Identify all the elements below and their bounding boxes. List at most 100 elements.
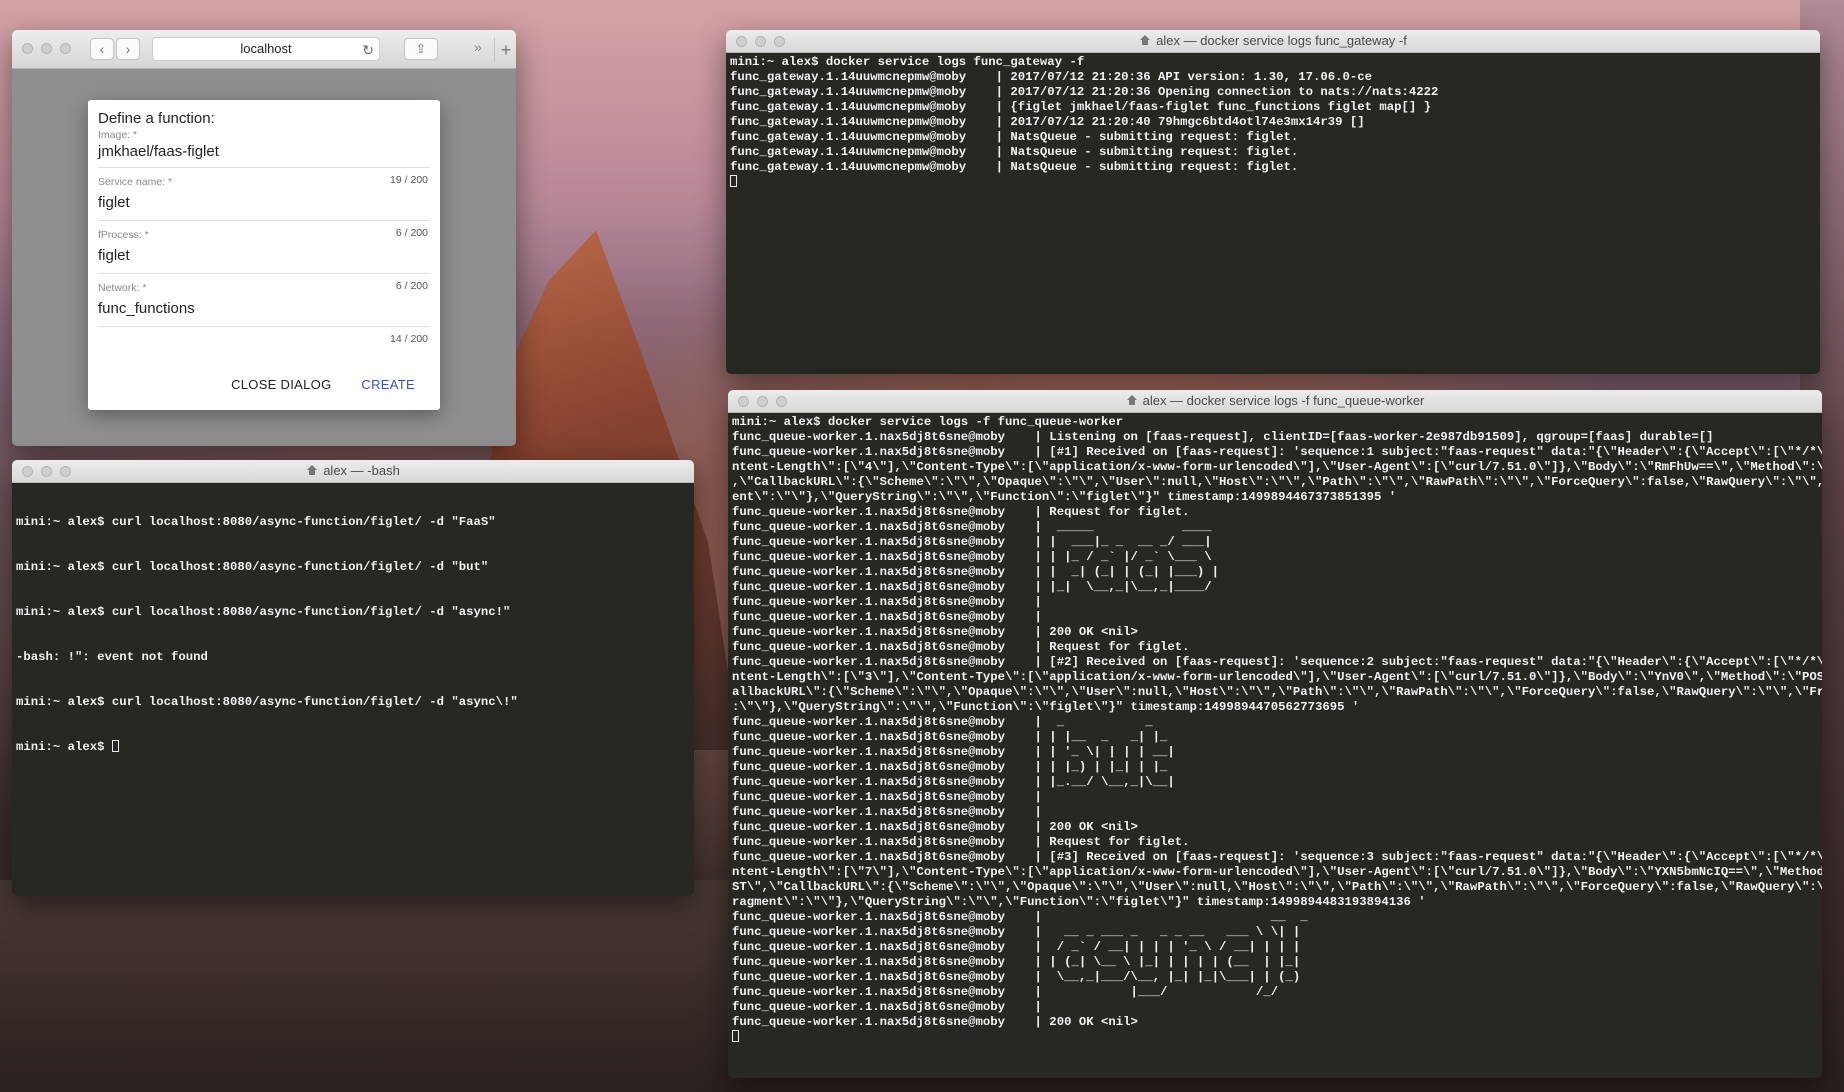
terminal-line: mini:~ alex$ curl localhost:8080/async-f…: [16, 560, 489, 574]
close-window-button[interactable]: [738, 396, 749, 407]
log-line: func_queue-worker.1.nax5dj8t6sne@moby | …: [732, 715, 1153, 729]
minimize-window-button[interactable]: [757, 396, 768, 407]
overflow-icon[interactable]: »: [474, 39, 482, 55]
browser-toolbar: ‹ › localhost ↻ ⇪ » +: [12, 30, 516, 69]
log-line: func_queue-worker.1.nax5dj8t6sne@moby | …: [732, 835, 1190, 849]
log-line: func_queue-worker.1.nax5dj8t6sne@moby | …: [732, 580, 1212, 594]
log-line: func_queue-worker.1.nax5dj8t6sne@moby | …: [732, 910, 1308, 924]
log-line: func_queue-worker.1.nax5dj8t6sne@moby | …: [732, 640, 1190, 654]
log-line: func_queue-worker.1.nax5dj8t6sne@moby |: [732, 595, 1042, 609]
dialog-title: Define a function:: [98, 110, 215, 127]
define-function-dialog: Define a function: Image: * jmkhael/faas…: [88, 100, 440, 410]
worker-titlebar: alex — docker service logs -f func_queue…: [728, 390, 1822, 413]
browser-window: ‹ › localhost ↻ ⇪ » + Define a function:…: [12, 30, 516, 446]
log-line: func_queue-worker.1.nax5dj8t6sne@moby | …: [732, 745, 1175, 759]
fprocess-field[interactable]: 6 / 200 fProcess: * figlet: [98, 221, 430, 274]
minimize-window-button[interactable]: [41, 43, 52, 54]
network-field[interactable]: 6 / 200 Network: * func_functions: [98, 274, 430, 327]
log-line: func_gateway.1.14uuwmcnepmw@moby | NatsQ…: [730, 145, 1299, 159]
bash-titlebar: alex — -bash: [12, 460, 694, 483]
worker-terminal-output[interactable]: mini:~ alex$ docker service logs -f func…: [728, 413, 1822, 1078]
service-name-field[interactable]: 19 / 200 Service name: * figlet: [98, 168, 430, 221]
wallpaper-rocks: [0, 880, 760, 1092]
queue-worker-logs-window: alex — docker service logs -f func_queue…: [728, 390, 1822, 1078]
log-line: func_queue-worker.1.nax5dj8t6sne@moby | …: [732, 940, 1301, 954]
plus-icon: +: [500, 40, 512, 60]
log-line: ragment\":\"\"},\"QueryString\":\"\",\"F…: [732, 895, 1426, 909]
minimize-window-button[interactable]: [41, 466, 52, 477]
log-line: func_gateway.1.14uuwmcnepmw@moby | NatsQ…: [730, 130, 1299, 144]
log-line: func_gateway.1.14uuwmcnepmw@moby | 2017/…: [730, 115, 1365, 129]
log-line: func_queue-worker.1.nax5dj8t6sne@moby |: [732, 1000, 1042, 1014]
terminal-prompt-line: mini:~ alex$: [16, 740, 690, 755]
back-icon: ‹: [99, 41, 105, 57]
log-line: func_queue-worker.1.nax5dj8t6sne@moby | …: [732, 505, 1190, 519]
log-line: func_queue-worker.1.nax5dj8t6sne@moby | …: [732, 625, 1138, 639]
share-button[interactable]: ⇪: [404, 38, 438, 60]
zoom-window-button[interactable]: [60, 43, 71, 54]
log-line: func_gateway.1.14uuwmcnepmw@moby | NatsQ…: [730, 160, 1299, 174]
reload-icon[interactable]: ↻: [362, 39, 374, 61]
zoom-window-button[interactable]: [776, 396, 787, 407]
worker-title: alex — docker service logs -f func_queue…: [1142, 393, 1425, 408]
log-line: func_queue-worker.1.nax5dj8t6sne@moby | …: [732, 535, 1212, 549]
zoom-window-button[interactable]: [774, 36, 785, 47]
service-name-label: Service name: *: [98, 176, 173, 188]
service-name-input[interactable]: figlet: [98, 194, 130, 211]
terminal-line: mini:~ alex$ curl localhost:8080/async-f…: [16, 695, 518, 709]
log-line: func_queue-worker.1.nax5dj8t6sne@moby |: [732, 610, 1042, 624]
zoom-window-button[interactable]: [60, 466, 71, 477]
window-controls: [736, 36, 785, 47]
image-label: Image: *: [98, 129, 138, 141]
terminal-cursor: [111, 740, 119, 752]
gateway-terminal-output[interactable]: mini:~ alex$ docker service logs func_ga…: [726, 53, 1820, 374]
address-bar[interactable]: localhost ↻: [152, 37, 380, 61]
fprocess-input[interactable]: figlet: [98, 247, 130, 264]
minimize-window-button[interactable]: [755, 36, 766, 47]
log-line: func_queue-worker.1.nax5dj8t6sne@moby | …: [732, 760, 1168, 774]
log-line: func_queue-worker.1.nax5dj8t6sne@moby | …: [732, 430, 1714, 444]
log-line: func_queue-worker.1.nax5dj8t6sne@moby | …: [732, 445, 1822, 459]
terminal-line: mini:~ alex$ curl localhost:8080/async-f…: [16, 605, 511, 619]
log-line: ntent-Length\":[\"4\"],\"Content-Type\":…: [732, 460, 1822, 474]
log-line: ,\"CallbackURL\":{\"Scheme\":\"\",\"Opaq…: [732, 475, 1822, 489]
network-label: Network: *: [98, 282, 147, 294]
terminal-cursor-line: [730, 175, 1816, 190]
bash-terminal-output[interactable]: mini:~ alex$ curl localhost:8080/async-f…: [12, 483, 694, 896]
image-field[interactable]: Image: * jmkhael/faas-figlet: [98, 127, 430, 168]
log-line: func_queue-worker.1.nax5dj8t6sne@moby | …: [732, 820, 1138, 834]
log-line: func_queue-worker.1.nax5dj8t6sne@moby | …: [732, 775, 1175, 789]
window-controls: [22, 466, 71, 477]
share-icon: ⇪: [415, 41, 427, 56]
forward-button[interactable]: ›: [116, 38, 140, 60]
log-line: :\"\"},\"QueryString\":\"\",\"Function\"…: [732, 700, 1360, 714]
network-input[interactable]: func_functions: [98, 300, 195, 317]
gateway-logs-window: alex — docker service logs func_gateway …: [726, 30, 1820, 374]
image-char-count: 19 / 200: [390, 174, 428, 186]
create-button[interactable]: CREATE: [361, 377, 415, 392]
log-line: mini:~ alex$ docker service logs -f func…: [732, 415, 1124, 429]
log-line: func_queue-worker.1.nax5dj8t6sne@moby |: [732, 790, 1042, 804]
log-line: ntent-Length\":[\"3\"],\"Content-Type\":…: [732, 670, 1822, 684]
gateway-titlebar: alex — docker service logs func_gateway …: [726, 30, 1820, 53]
log-line: ent\":\"\"},\"QueryString\":\"\",\"Funct…: [732, 490, 1397, 504]
log-line: func_queue-worker.1.nax5dj8t6sne@moby | …: [732, 550, 1212, 564]
terminal-line: -bash: !": event not found: [16, 650, 208, 664]
address-text: localhost: [240, 41, 292, 56]
bash-title: alex — -bash: [323, 463, 400, 478]
close-window-button[interactable]: [736, 36, 747, 47]
log-line: func_queue-worker.1.nax5dj8t6sne@moby | …: [732, 565, 1220, 579]
home-icon: [1139, 35, 1151, 46]
terminal-cursor: [730, 175, 737, 187]
dialog-actions: CLOSE DIALOG CREATE: [231, 377, 415, 392]
new-tab-button[interactable]: +: [494, 38, 516, 62]
back-button[interactable]: ‹: [90, 38, 114, 60]
log-line: ntent-Length\":[\"7\"],\"Content-Type\":…: [732, 865, 1822, 879]
close-window-button[interactable]: [22, 466, 33, 477]
image-input[interactable]: jmkhael/faas-figlet: [98, 143, 219, 160]
close-window-button[interactable]: [22, 43, 33, 54]
close-dialog-button[interactable]: CLOSE DIALOG: [231, 377, 331, 392]
home-icon: [306, 465, 318, 476]
log-line: ST\",\"CallbackURL\":{\"Scheme\":\"\",\"…: [732, 880, 1822, 894]
network-count-row: 14 / 200: [98, 327, 430, 347]
